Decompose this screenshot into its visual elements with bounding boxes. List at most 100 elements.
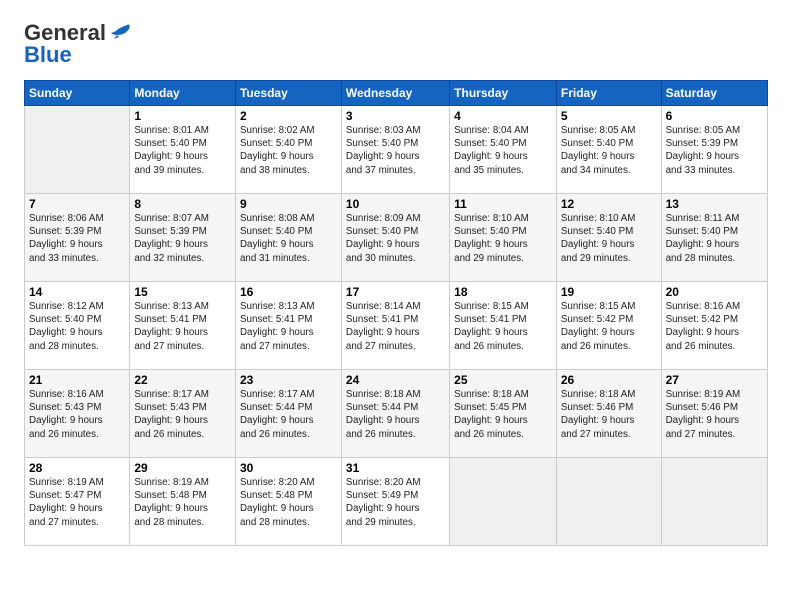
day-number: 17 (346, 285, 445, 299)
day-info: Sunrise: 8:06 AM Sunset: 5:39 PM Dayligh… (29, 212, 125, 265)
week-row-3: 14Sunrise: 8:12 AM Sunset: 5:40 PM Dayli… (25, 282, 768, 370)
day-info: Sunrise: 8:15 AM Sunset: 5:42 PM Dayligh… (561, 300, 657, 353)
day-number: 7 (29, 197, 125, 211)
day-cell: 24Sunrise: 8:18 AM Sunset: 5:44 PM Dayli… (341, 370, 449, 458)
day-info: Sunrise: 8:02 AM Sunset: 5:40 PM Dayligh… (240, 124, 337, 177)
weekday-wednesday: Wednesday (341, 81, 449, 106)
day-cell: 21Sunrise: 8:16 AM Sunset: 5:43 PM Dayli… (25, 370, 130, 458)
day-info: Sunrise: 8:16 AM Sunset: 5:42 PM Dayligh… (666, 300, 763, 353)
day-info: Sunrise: 8:19 AM Sunset: 5:48 PM Dayligh… (134, 476, 231, 529)
weekday-friday: Friday (556, 81, 661, 106)
day-info: Sunrise: 8:01 AM Sunset: 5:40 PM Dayligh… (134, 124, 231, 177)
day-number: 8 (134, 197, 231, 211)
logo: General Blue (24, 20, 131, 68)
day-cell: 22Sunrise: 8:17 AM Sunset: 5:43 PM Dayli… (130, 370, 236, 458)
day-number: 6 (666, 109, 763, 123)
day-number: 22 (134, 373, 231, 387)
day-info: Sunrise: 8:07 AM Sunset: 5:39 PM Dayligh… (134, 212, 231, 265)
day-number: 4 (454, 109, 552, 123)
day-info: Sunrise: 8:14 AM Sunset: 5:41 PM Dayligh… (346, 300, 445, 353)
day-info: Sunrise: 8:03 AM Sunset: 5:40 PM Dayligh… (346, 124, 445, 177)
day-info: Sunrise: 8:20 AM Sunset: 5:48 PM Dayligh… (240, 476, 337, 529)
day-cell: 20Sunrise: 8:16 AM Sunset: 5:42 PM Dayli… (661, 282, 767, 370)
day-info: Sunrise: 8:18 AM Sunset: 5:44 PM Dayligh… (346, 388, 445, 441)
day-info: Sunrise: 8:05 AM Sunset: 5:40 PM Dayligh… (561, 124, 657, 177)
day-number: 30 (240, 461, 337, 475)
day-cell: 25Sunrise: 8:18 AM Sunset: 5:45 PM Dayli… (450, 370, 557, 458)
day-number: 18 (454, 285, 552, 299)
day-number: 21 (29, 373, 125, 387)
day-cell (556, 458, 661, 546)
day-number: 27 (666, 373, 763, 387)
day-cell: 30Sunrise: 8:20 AM Sunset: 5:48 PM Dayli… (235, 458, 341, 546)
day-number: 20 (666, 285, 763, 299)
day-info: Sunrise: 8:18 AM Sunset: 5:45 PM Dayligh… (454, 388, 552, 441)
weekday-monday: Monday (130, 81, 236, 106)
day-info: Sunrise: 8:09 AM Sunset: 5:40 PM Dayligh… (346, 212, 445, 265)
day-number: 28 (29, 461, 125, 475)
day-number: 10 (346, 197, 445, 211)
day-number: 11 (454, 197, 552, 211)
day-cell: 4Sunrise: 8:04 AM Sunset: 5:40 PM Daylig… (450, 106, 557, 194)
day-cell: 31Sunrise: 8:20 AM Sunset: 5:49 PM Dayli… (341, 458, 449, 546)
day-info: Sunrise: 8:12 AM Sunset: 5:40 PM Dayligh… (29, 300, 125, 353)
page: General Blue SundayMondayTuesdayWednesda… (0, 0, 792, 612)
day-number: 5 (561, 109, 657, 123)
day-number: 2 (240, 109, 337, 123)
day-number: 1 (134, 109, 231, 123)
day-cell (661, 458, 767, 546)
day-info: Sunrise: 8:13 AM Sunset: 5:41 PM Dayligh… (134, 300, 231, 353)
day-cell: 1Sunrise: 8:01 AM Sunset: 5:40 PM Daylig… (130, 106, 236, 194)
day-number: 16 (240, 285, 337, 299)
day-info: Sunrise: 8:17 AM Sunset: 5:44 PM Dayligh… (240, 388, 337, 441)
day-number: 23 (240, 373, 337, 387)
day-cell (25, 106, 130, 194)
day-info: Sunrise: 8:11 AM Sunset: 5:40 PM Dayligh… (666, 212, 763, 265)
day-number: 9 (240, 197, 337, 211)
calendar-header: SundayMondayTuesdayWednesdayThursdayFrid… (25, 81, 768, 106)
day-cell: 29Sunrise: 8:19 AM Sunset: 5:48 PM Dayli… (130, 458, 236, 546)
day-info: Sunrise: 8:18 AM Sunset: 5:46 PM Dayligh… (561, 388, 657, 441)
day-info: Sunrise: 8:08 AM Sunset: 5:40 PM Dayligh… (240, 212, 337, 265)
week-row-2: 7Sunrise: 8:06 AM Sunset: 5:39 PM Daylig… (25, 194, 768, 282)
day-info: Sunrise: 8:17 AM Sunset: 5:43 PM Dayligh… (134, 388, 231, 441)
day-cell: 3Sunrise: 8:03 AM Sunset: 5:40 PM Daylig… (341, 106, 449, 194)
day-cell: 2Sunrise: 8:02 AM Sunset: 5:40 PM Daylig… (235, 106, 341, 194)
day-cell: 10Sunrise: 8:09 AM Sunset: 5:40 PM Dayli… (341, 194, 449, 282)
day-cell: 11Sunrise: 8:10 AM Sunset: 5:40 PM Dayli… (450, 194, 557, 282)
day-number: 24 (346, 373, 445, 387)
logo-bird-icon (109, 23, 131, 43)
calendar-table: SundayMondayTuesdayWednesdayThursdayFrid… (24, 80, 768, 546)
day-cell: 16Sunrise: 8:13 AM Sunset: 5:41 PM Dayli… (235, 282, 341, 370)
day-cell: 9Sunrise: 8:08 AM Sunset: 5:40 PM Daylig… (235, 194, 341, 282)
day-cell: 28Sunrise: 8:19 AM Sunset: 5:47 PM Dayli… (25, 458, 130, 546)
day-cell: 17Sunrise: 8:14 AM Sunset: 5:41 PM Dayli… (341, 282, 449, 370)
weekday-tuesday: Tuesday (235, 81, 341, 106)
day-cell: 12Sunrise: 8:10 AM Sunset: 5:40 PM Dayli… (556, 194, 661, 282)
day-info: Sunrise: 8:10 AM Sunset: 5:40 PM Dayligh… (561, 212, 657, 265)
weekday-saturday: Saturday (661, 81, 767, 106)
day-cell: 6Sunrise: 8:05 AM Sunset: 5:39 PM Daylig… (661, 106, 767, 194)
day-info: Sunrise: 8:20 AM Sunset: 5:49 PM Dayligh… (346, 476, 445, 529)
day-cell: 19Sunrise: 8:15 AM Sunset: 5:42 PM Dayli… (556, 282, 661, 370)
day-info: Sunrise: 8:04 AM Sunset: 5:40 PM Dayligh… (454, 124, 552, 177)
weekday-sunday: Sunday (25, 81, 130, 106)
day-number: 15 (134, 285, 231, 299)
day-cell: 18Sunrise: 8:15 AM Sunset: 5:41 PM Dayli… (450, 282, 557, 370)
day-cell (450, 458, 557, 546)
day-cell: 27Sunrise: 8:19 AM Sunset: 5:46 PM Dayli… (661, 370, 767, 458)
day-cell: 5Sunrise: 8:05 AM Sunset: 5:40 PM Daylig… (556, 106, 661, 194)
day-cell: 26Sunrise: 8:18 AM Sunset: 5:46 PM Dayli… (556, 370, 661, 458)
day-info: Sunrise: 8:16 AM Sunset: 5:43 PM Dayligh… (29, 388, 125, 441)
day-cell: 14Sunrise: 8:12 AM Sunset: 5:40 PM Dayli… (25, 282, 130, 370)
day-number: 3 (346, 109, 445, 123)
week-row-4: 21Sunrise: 8:16 AM Sunset: 5:43 PM Dayli… (25, 370, 768, 458)
calendar-body: 1Sunrise: 8:01 AM Sunset: 5:40 PM Daylig… (25, 106, 768, 546)
day-info: Sunrise: 8:19 AM Sunset: 5:46 PM Dayligh… (666, 388, 763, 441)
day-cell: 13Sunrise: 8:11 AM Sunset: 5:40 PM Dayli… (661, 194, 767, 282)
day-cell: 15Sunrise: 8:13 AM Sunset: 5:41 PM Dayli… (130, 282, 236, 370)
day-number: 31 (346, 461, 445, 475)
day-info: Sunrise: 8:13 AM Sunset: 5:41 PM Dayligh… (240, 300, 337, 353)
day-number: 19 (561, 285, 657, 299)
day-number: 26 (561, 373, 657, 387)
